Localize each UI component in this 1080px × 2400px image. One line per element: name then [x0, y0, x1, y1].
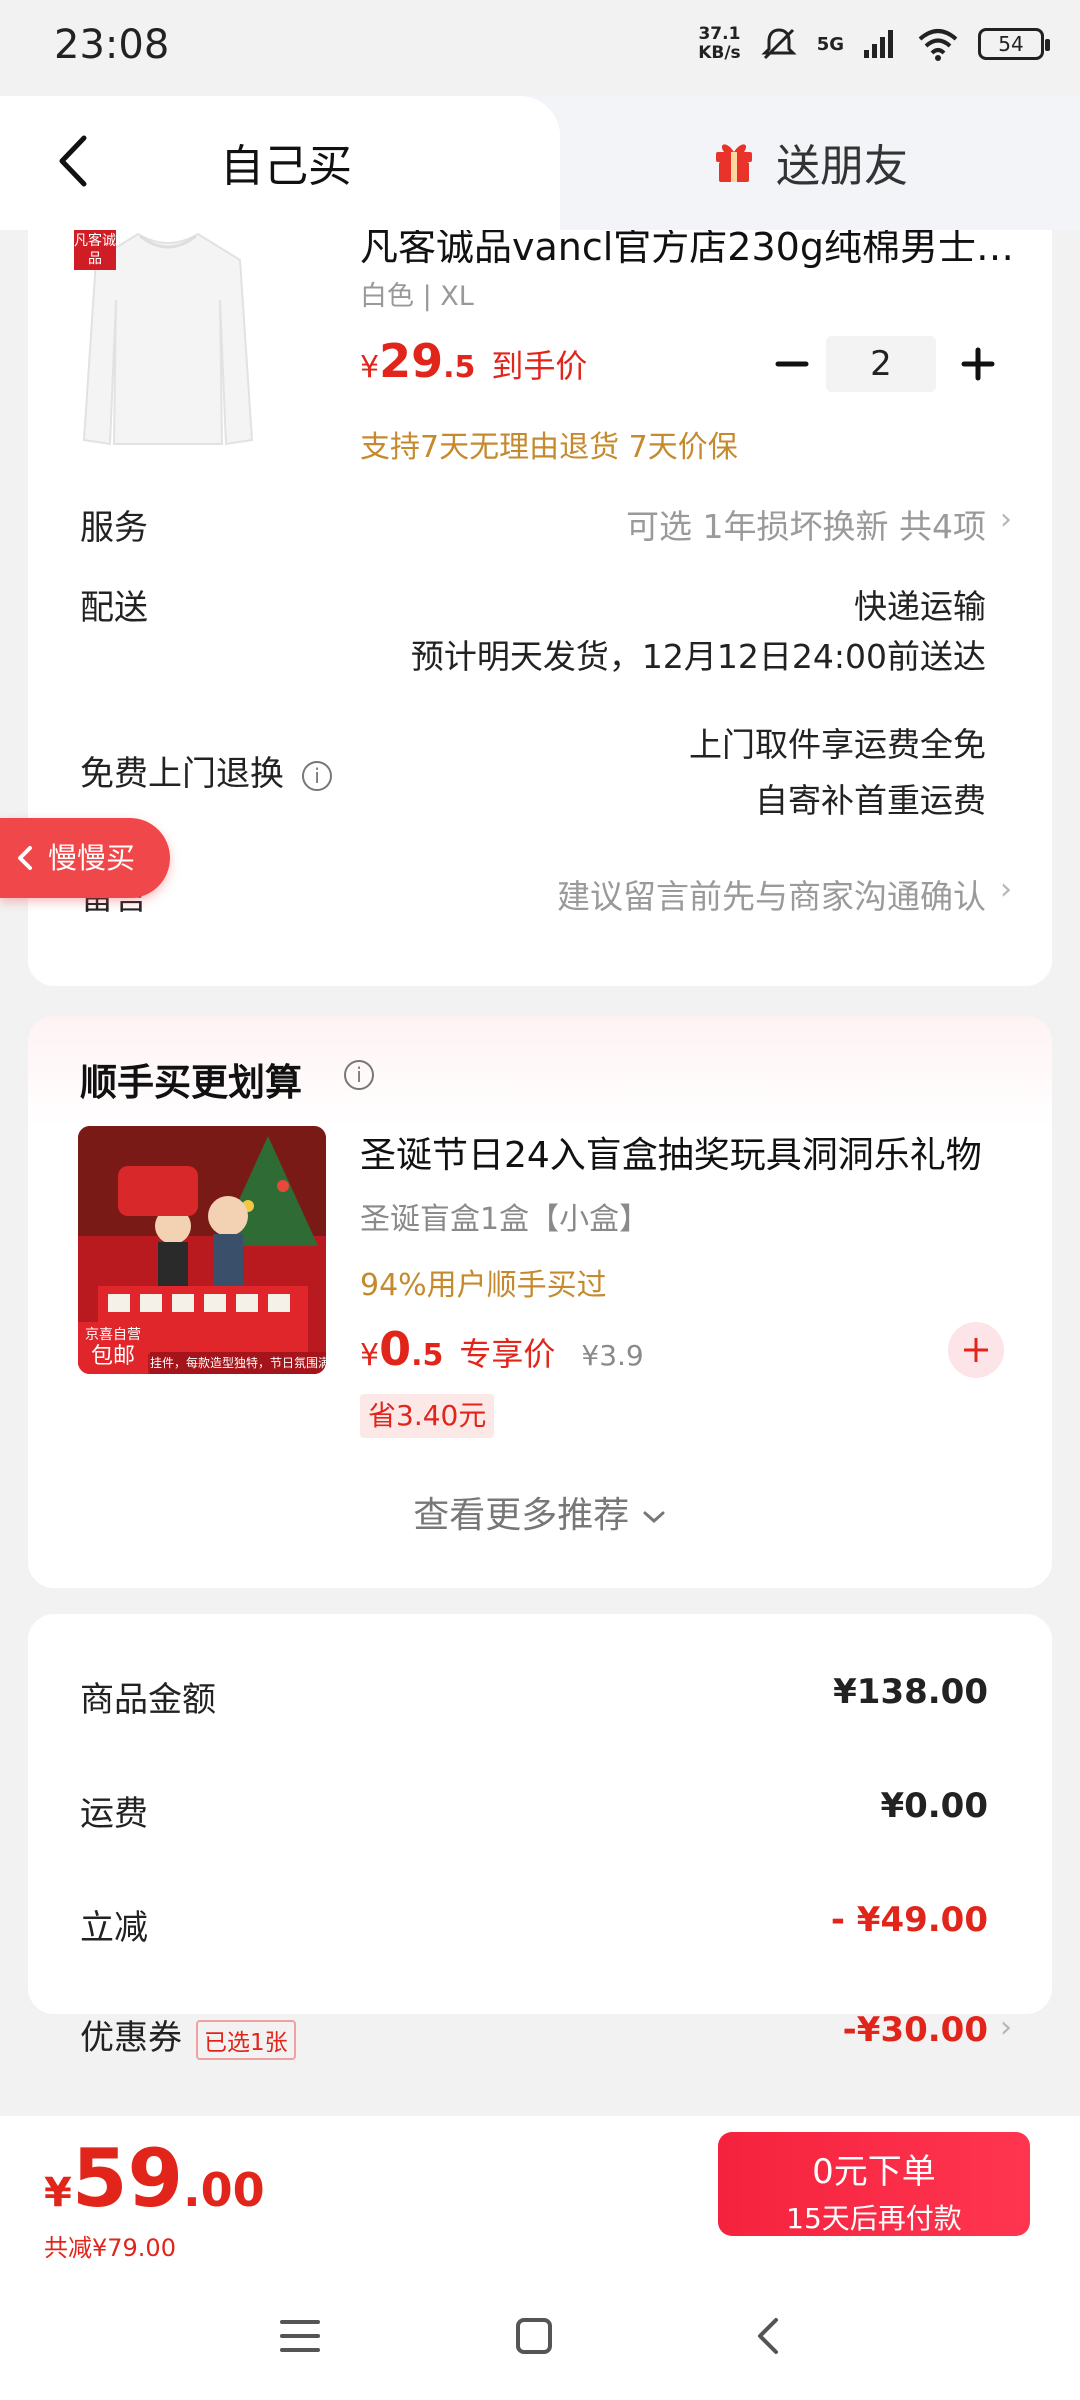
product-title[interactable]: 凡客诚品vancl官方店230g纯棉男士长袖T恤 — [360, 230, 1040, 271]
view-more-label: 查看更多推荐 — [413, 1495, 630, 1536]
tab-buy-self-label: 自己买 — [220, 141, 352, 192]
message-chevron-icon[interactable]: › — [1000, 872, 1012, 907]
rec-price-symbol: ¥ — [360, 1338, 380, 1373]
price-symbol: ¥ — [360, 350, 380, 385]
wifi-icon — [918, 29, 958, 61]
image-caption: 挂件，每款造型独特，节日氛围满满 — [150, 1352, 326, 1374]
rec-original-price: ¥3.9 — [581, 1339, 644, 1372]
quantity-plus-button[interactable] — [954, 340, 1002, 388]
brand-badge-text: 凡客诚品 — [74, 233, 116, 267]
recommend-bought: 94%用户顺手买过 — [360, 1268, 607, 1303]
gift-icon — [716, 144, 752, 182]
slow-buy-button[interactable]: 慢慢买 — [0, 818, 170, 898]
system-nav-bar — [0, 2276, 1080, 2400]
menu-icon[interactable] — [270, 2306, 330, 2366]
return-label: 免费上门退换 i — [80, 746, 332, 795]
recommend-image[interactable]: 京喜自营 包邮 挂件，每款造型独特，节日氛围满满 — [78, 1126, 326, 1374]
status-time: 23:08 — [54, 22, 170, 68]
goods-amount-label: 商品金额 — [80, 1680, 216, 1720]
quantity-minus-button[interactable] — [768, 340, 816, 388]
message-value[interactable]: 建议留言前先与商家沟通确认 — [557, 870, 986, 918]
submit-order-sub: 15天后再付款 — [786, 2202, 962, 2235]
tab-buy-self[interactable]: 自己买 — [0, 96, 560, 230]
status-bar: 23:08 37.1 KB/s 5G 54 — [0, 0, 1080, 96]
recommend-info-icon[interactable]: i — [344, 1060, 374, 1090]
service-value[interactable]: 可选 1年损坏换新 共4项 — [626, 500, 986, 548]
service-chevron-icon[interactable]: › — [1000, 502, 1012, 537]
battery-indicator: 54 — [978, 28, 1050, 60]
net-speed-unit: KB/s — [698, 43, 741, 63]
recommend-title: 顺手买更划算 — [80, 1061, 302, 1104]
brand-badge: 凡客诚品 — [74, 230, 116, 270]
recommend-spec[interactable]: 圣诞盲盒1盒【小盒】 — [360, 1194, 649, 1238]
price-integer: 29 — [379, 334, 444, 388]
total-saving: 共减¥79.00 — [44, 2234, 176, 2262]
coupon-badge: 已选1张 — [196, 2019, 296, 2060]
delivery-method: 快递运输 — [854, 587, 986, 626]
delivery-label: 配送 — [80, 588, 148, 628]
signal-icon — [864, 30, 893, 58]
return-line2: 自寄补首重运费 — [755, 781, 986, 820]
recommend-price: ¥ 0 .5 专享价 ¥3.9 — [360, 1322, 644, 1376]
return-label-text: 免费上门退换 — [80, 754, 284, 794]
quantity-input[interactable]: 2 — [826, 336, 936, 392]
image-badge-line2: 包邮 — [90, 1344, 135, 1369]
coupon-row[interactable]: 优惠券 已选1张 — [80, 2010, 296, 2060]
coupon-chevron-icon[interactable]: › — [1000, 2010, 1012, 2045]
rec-price-integer: 0 — [379, 1322, 412, 1376]
net-speed: 37.1 KB/s — [698, 25, 740, 63]
network-type: 5G — [816, 33, 844, 55]
submit-order-button[interactable]: 0元下单 15天后再付款 — [718, 2132, 1030, 2236]
tab-send-friend[interactable]: 送朋友 — [520, 96, 1080, 230]
recommend-card: 顺手买更划算 i 京喜自营 包邮 挂件，每款造型独特，节日氛围满满 圣诞节日24… — [28, 1016, 1052, 1588]
delivery-eta: 预计明天发货，12月12日24:00前送达 — [410, 637, 986, 676]
price-tag: 到手价 — [491, 347, 588, 385]
total-integer: 59 — [71, 2132, 184, 2225]
submit-order-main: 0元下单 — [812, 2152, 936, 2192]
info-icon[interactable]: i — [302, 760, 332, 791]
product-card: 凡客诚品 凡客诚品vancl官方店230g纯棉男士长袖T恤 白色 | XL ¥ … — [28, 230, 1052, 986]
goods-amount-value: ¥138.00 — [833, 1672, 988, 1712]
header: 送朋友 自己买 — [0, 96, 1080, 230]
service-label: 服务 — [80, 508, 148, 548]
total-symbol: ¥ — [44, 2170, 72, 2216]
guarantee-text: 支持7天无理由退货 7天价保 — [360, 430, 738, 465]
net-speed-value: 37.1 — [698, 24, 741, 44]
image-badge: 京喜自营 包邮 — [78, 1322, 148, 1374]
slow-buy-label: 慢慢买 — [48, 841, 136, 875]
back-icon[interactable] — [48, 126, 108, 196]
summary-card: 商品金额 ¥138.00 运费 ¥0.00 立减 - ¥49.00 优惠券 已选1… — [28, 1614, 1052, 2060]
tab-send-friend-label: 送朋友 — [776, 141, 908, 192]
chevron-down-icon — [643, 1511, 665, 1524]
chevron-left-icon — [18, 846, 32, 870]
view-more-button[interactable]: 查看更多推荐 — [28, 1486, 1052, 1538]
back-nav-icon[interactable] — [740, 2306, 800, 2366]
return-line1: 上门取件享运费全免 — [689, 725, 986, 764]
discount-value: - ¥49.00 — [830, 1900, 988, 1940]
discount-label: 立减 — [80, 1908, 148, 1948]
freight-value: ¥0.00 — [880, 1786, 988, 1826]
product-spec[interactable]: 白色 | XL — [360, 274, 474, 313]
recommend-save-badge: 省3.40元 — [360, 1394, 495, 1438]
product-image[interactable]: 凡客诚品 — [74, 230, 256, 456]
product-price: ¥ 29 .5 到手价 — [360, 334, 587, 388]
total-price: ¥ 59 .00 — [44, 2132, 265, 2225]
status-icons: 37.1 KB/s 5G 54 — [698, 24, 1050, 64]
bottom-bar: ¥ 59 .00 共减¥79.00 0元下单 15天后再付款 — [0, 2116, 1080, 2276]
mute-icon — [761, 28, 797, 60]
price-decimal: .5 — [443, 350, 476, 385]
home-icon[interactable] — [504, 2306, 564, 2366]
add-recommend-button[interactable] — [948, 1322, 1004, 1378]
freight-label: 运费 — [80, 1794, 148, 1834]
coupon-label: 优惠券 — [80, 2018, 182, 2058]
image-badge-line1: 京喜自营 — [85, 1327, 141, 1343]
recommend-product-name[interactable]: 圣诞节日24入盲盒抽奖玩具洞洞乐礼物 — [360, 1126, 1020, 1178]
rec-price-decimal: .5 — [411, 1338, 444, 1373]
rec-price-tag: 专享价 — [459, 1335, 556, 1373]
total-decimal: .00 — [183, 2163, 265, 2217]
coupon-value[interactable]: -¥30.00 — [843, 2010, 988, 2050]
